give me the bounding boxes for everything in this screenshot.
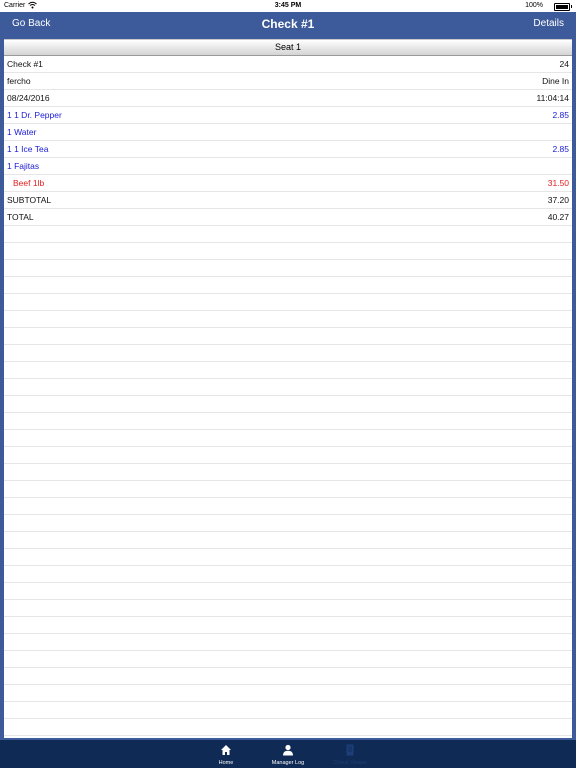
empty-row bbox=[4, 719, 572, 736]
empty-row bbox=[4, 362, 572, 379]
table-row: TOTAL 40.27 bbox=[4, 209, 572, 226]
empty-row bbox=[4, 243, 572, 260]
page-title: Check #1 bbox=[261, 17, 315, 31]
table-row: 1 Water bbox=[4, 124, 572, 141]
check-rows: Check #1 24 fercho Dine In 08/24/2016 11:04:1… bbox=[4, 56, 572, 736]
table-row: Check #1 24 bbox=[4, 56, 572, 73]
row-value: 31.50 bbox=[547, 178, 569, 188]
tab-home[interactable]: Home bbox=[196, 742, 256, 768]
row-label: 1 1 Ice Tea bbox=[7, 144, 49, 154]
empty-row bbox=[4, 634, 572, 651]
row-value: 2.85 bbox=[552, 110, 569, 120]
row-value: 24 bbox=[559, 59, 569, 69]
empty-row bbox=[4, 294, 572, 311]
row-value: 40.27 bbox=[547, 212, 569, 222]
row-label: 08/24/2016 bbox=[7, 93, 50, 103]
table-row: Beef 1lb 31.50 bbox=[4, 175, 572, 192]
table-row: fercho Dine In bbox=[4, 73, 572, 90]
row-value: 37.20 bbox=[547, 195, 569, 205]
empty-row bbox=[4, 532, 572, 549]
check-document-icon bbox=[344, 744, 356, 756]
empty-row bbox=[4, 651, 572, 668]
empty-row bbox=[4, 226, 572, 243]
tab-check-viewer[interactable]: Check Viewer bbox=[320, 742, 380, 768]
row-label: fercho bbox=[7, 76, 31, 86]
empty-row bbox=[4, 430, 572, 447]
check-screen: Carrier 3:45 PM 100% Go Back Check #1 De… bbox=[0, 0, 576, 768]
empty-row bbox=[4, 345, 572, 362]
empty-row bbox=[4, 481, 572, 498]
tab-home-label: Home bbox=[218, 760, 234, 766]
table-row: 1 Fajitas bbox=[4, 158, 572, 175]
status-time: 3:45 PM bbox=[274, 2, 302, 9]
row-label: SUBTOTAL bbox=[7, 195, 52, 205]
empty-row bbox=[4, 447, 572, 464]
row-label: Beef 1lb bbox=[13, 178, 45, 188]
empty-row bbox=[4, 549, 572, 566]
empty-row bbox=[4, 277, 572, 294]
empty-row bbox=[4, 328, 572, 345]
tab-check-viewer-label: Check Viewer bbox=[333, 760, 367, 766]
table-row: 1 1 Ice Tea 2.85 bbox=[4, 141, 572, 158]
empty-row bbox=[4, 668, 572, 685]
row-label: 1 Water bbox=[7, 127, 37, 137]
table-row: 08/24/2016 11:04:14 bbox=[4, 90, 572, 107]
empty-row bbox=[4, 702, 572, 719]
empty-row bbox=[4, 685, 572, 702]
tab-manager-log[interactable]: Manager Log bbox=[258, 742, 318, 768]
battery-percentage: 100% bbox=[525, 2, 543, 9]
empty-row bbox=[4, 464, 572, 481]
tab-manager-log-label: Manager Log bbox=[271, 760, 305, 766]
empty-row bbox=[4, 566, 572, 583]
navigation-bar: Go Back Check #1 Details bbox=[0, 12, 576, 37]
person-icon bbox=[282, 744, 294, 756]
empty-row bbox=[4, 260, 572, 277]
empty-row bbox=[4, 583, 572, 600]
row-value: 11:04:14 bbox=[536, 93, 569, 103]
empty-row bbox=[4, 498, 572, 515]
row-value: 2.85 bbox=[552, 144, 569, 154]
row-value: Dine In bbox=[542, 76, 569, 86]
empty-row bbox=[4, 600, 572, 617]
empty-row bbox=[4, 396, 572, 413]
seat-header: Seat 1 bbox=[4, 39, 572, 56]
check-detail-table[interactable]: Seat 1 Check #1 24 fercho Dine In 08/24/2016… bbox=[4, 39, 572, 738]
row-label: TOTAL bbox=[7, 212, 34, 222]
table-row: SUBTOTAL 37.20 bbox=[4, 192, 572, 209]
details-button[interactable]: Details bbox=[533, 18, 564, 29]
empty-row bbox=[4, 311, 572, 328]
empty-row bbox=[4, 617, 572, 634]
home-icon bbox=[220, 744, 232, 756]
row-label: 1 1 Dr. Pepper bbox=[7, 110, 62, 120]
empty-row bbox=[4, 515, 572, 532]
table-row: 1 1 Dr. Pepper 2.85 bbox=[4, 107, 572, 124]
tab-bar: Home Manager Log Check Viewer bbox=[0, 740, 576, 768]
battery-icon bbox=[554, 3, 572, 11]
row-label: Check #1 bbox=[7, 59, 43, 69]
row-label: 1 Fajitas bbox=[7, 161, 40, 171]
empty-row bbox=[4, 379, 572, 396]
empty-row bbox=[4, 413, 572, 430]
status-bar: Carrier 3:45 PM 100% bbox=[0, 0, 576, 12]
